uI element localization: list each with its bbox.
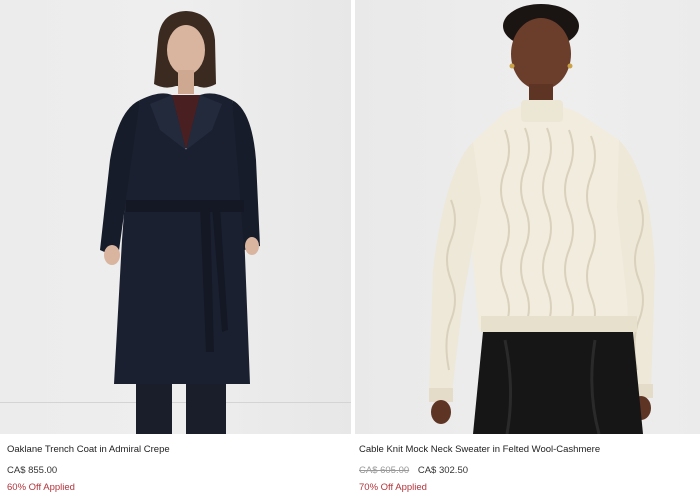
product-card-cable-sweater[interactable]: Cable Knit Mock Neck Sweater in Felted W… (355, 0, 700, 494)
price-row: CA$ 605.00 CA$ 302.50 (359, 465, 700, 477)
product-grid: Oaklane Trench Coat in Admiral Crepe CA$… (0, 0, 700, 500)
original-price: CA$ 605.00 (359, 465, 410, 476)
product-card-trench-coat[interactable]: Oaklane Trench Coat in Admiral Crepe CA$… (0, 0, 351, 494)
current-price: CA$ 302.50 (417, 465, 469, 476)
product-name-link[interactable]: Cable Knit Mock Neck Sweater in Felted W… (359, 444, 700, 456)
price-row: CA$ 855.00 (7, 465, 351, 477)
product-image-cable-sweater[interactable] (355, 0, 700, 434)
promo-badge: 60% Off Applied (7, 482, 75, 493)
promo-badge: 70% Off Applied (359, 482, 427, 493)
current-price: CA$ 855.00 (7, 465, 58, 476)
product-name-link[interactable]: Oaklane Trench Coat in Admiral Crepe (7, 444, 351, 456)
product-info-trench-coat: Oaklane Trench Coat in Admiral Crepe CA$… (0, 434, 351, 494)
product-image-trench-coat[interactable] (0, 0, 351, 434)
product-info-cable-sweater: Cable Knit Mock Neck Sweater in Felted W… (355, 434, 700, 494)
